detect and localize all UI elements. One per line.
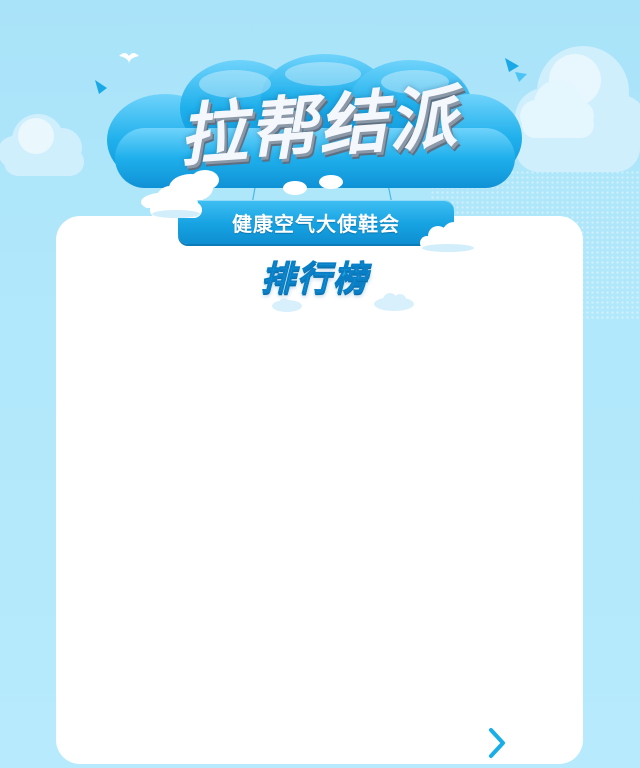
banner-title: 拉帮结派 [176,77,461,177]
ribbon-cloud-left [146,180,206,220]
page-root: 拉帮结派 健康空气大使鞋会 排行榜 [0,0,640,768]
background-cloud-left [0,100,90,180]
subtitle-text: 健康空气大使鞋会 [232,211,400,236]
banner-title-wrap: 拉帮结派 [118,70,518,176]
next-page-button[interactable] [482,726,512,760]
ribbon-cloud-right [416,222,478,254]
ranking-cloud-left [270,296,304,314]
chevron-right-icon [489,728,505,758]
ranking-cloud-right [372,290,416,314]
subtitle-ribbon: 健康空气大使鞋会 [178,200,454,244]
